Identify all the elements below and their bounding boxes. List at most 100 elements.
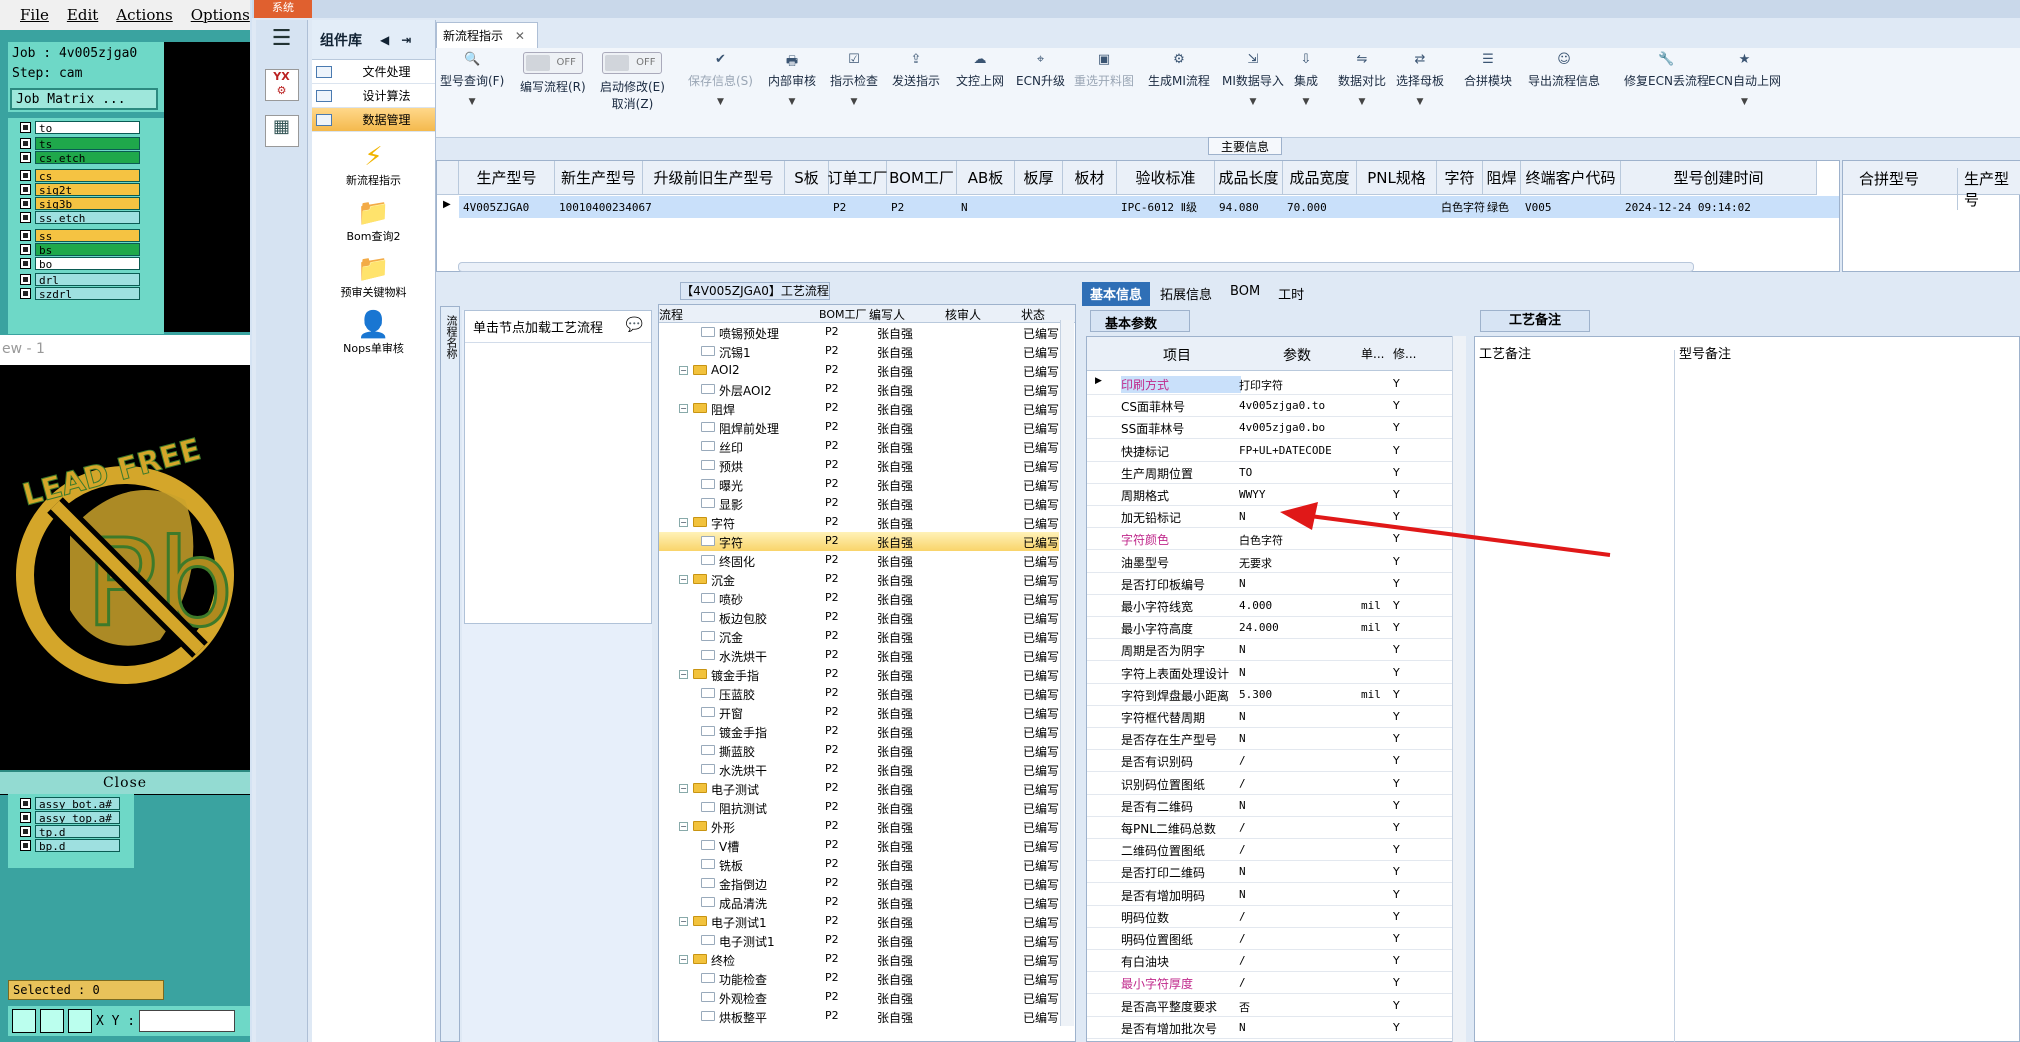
table-row[interactable]: 是否高平整度要求 否 Y xyxy=(1087,995,1465,1017)
tree-row[interactable]: 成品清洗 P2 张自强 已编写 xyxy=(659,893,1059,912)
measure-icon[interactable] xyxy=(40,1009,64,1033)
layer-checkbox[interactable] xyxy=(20,811,31,823)
grid-header[interactable]: 终端客户代码 xyxy=(1521,161,1621,195)
layer-row[interactable]: bp.d xyxy=(20,838,120,852)
param-value[interactable]: N xyxy=(1239,643,1359,656)
calculator-module-icon[interactable]: ▦ xyxy=(264,115,299,147)
table-row[interactable]: 识别码位置图纸 / Y xyxy=(1087,773,1465,795)
grid-header[interactable]: BOM工厂 xyxy=(887,161,957,195)
layer-row[interactable]: sig2t xyxy=(20,182,140,196)
tree-row[interactable]: 喷砂 P2 张自强 已编写 xyxy=(659,589,1059,608)
layer-checkbox[interactable] xyxy=(20,257,31,269)
grid-cell[interactable] xyxy=(1015,197,1063,217)
layer-row[interactable]: sig3b xyxy=(20,196,140,210)
table-row[interactable]: 是否有识别码 / Y xyxy=(1087,750,1465,773)
param-value[interactable]: N xyxy=(1239,888,1359,901)
close-button[interactable]: Close xyxy=(0,770,250,794)
layer-checkbox[interactable] xyxy=(20,197,31,209)
layer-row[interactable]: to xyxy=(20,120,140,134)
tree-row[interactable]: 曝光 P2 张自强 已编写 xyxy=(659,475,1059,494)
process-side-tab[interactable]: 流程名称 xyxy=(440,306,460,1042)
chevron-down-icon[interactable]: ▼ xyxy=(440,97,504,107)
param-value[interactable]: N xyxy=(1239,666,1359,679)
table-row[interactable]: 每PNL二维码总数 / Y xyxy=(1087,817,1465,839)
grid-header[interactable]: 成品长度 xyxy=(1215,161,1283,195)
toolbar-button-11[interactable]: ⇲ MI数据导入 ▼ xyxy=(1222,52,1284,107)
table-row[interactable]: 明码位置图纸 / Y xyxy=(1087,928,1465,950)
param-value[interactable]: N xyxy=(1239,732,1359,745)
grid-cell[interactable]: 白色字符 xyxy=(1437,197,1485,217)
param-value[interactable]: 4v005zjga0.to xyxy=(1239,399,1359,412)
tree-row[interactable]: − 电子测试 P2 张自强 已编写 xyxy=(659,779,1059,798)
grid-cell[interactable] xyxy=(1357,197,1437,217)
grid-cell[interactable] xyxy=(643,197,785,217)
toolbar-button-9[interactable]: ▣ 重选开料图 xyxy=(1074,52,1134,89)
xy-input[interactable] xyxy=(139,1010,236,1032)
layer-row[interactable]: bs xyxy=(20,242,140,256)
tab-extended-info[interactable]: 拓展信息 xyxy=(1152,282,1220,306)
expand-toggle-icon[interactable]: − xyxy=(679,575,688,584)
toolbar-button-1[interactable]: OFF 编写流程(R) xyxy=(520,52,586,95)
layer-row[interactable]: assy_top.a# xyxy=(20,810,120,824)
lib-item-data-management[interactable]: 数据管理 xyxy=(312,108,435,132)
toolbar-button-10[interactable]: ⚙ 生成MI流程 xyxy=(1148,52,1210,89)
table-row[interactable]: CS面菲林号 4v005zjga0.to Y xyxy=(1087,395,1465,418)
layer-row[interactable]: drl xyxy=(20,272,140,286)
tree-row[interactable]: 阻焊前处理 P2 张自强 已编写 xyxy=(659,418,1059,437)
table-row[interactable]: 字符框代替周期 N Y xyxy=(1087,706,1465,728)
tree-row[interactable]: 终固化 P2 张自强 已编写 xyxy=(659,551,1059,570)
grid-cell[interactable]: 10010400234067 xyxy=(555,197,652,217)
table-row[interactable]: 是否有二维码 N Y xyxy=(1087,795,1465,817)
expand-toggle-icon[interactable]: − xyxy=(679,822,688,831)
tree-row[interactable]: 电子测试1 P2 张自强 已编写 xyxy=(659,931,1059,950)
grid-header[interactable]: 验收标准 xyxy=(1117,161,1215,195)
pin-icon[interactable]: ⇥ xyxy=(401,33,411,47)
param-value[interactable]: 打印字符 xyxy=(1239,377,1359,393)
tree-row[interactable]: V槽 P2 张自强 已编写 xyxy=(659,836,1059,855)
tree-row[interactable]: − 电子测试1 P2 张自强 已编写 xyxy=(659,912,1059,931)
hamburger-icon[interactable]: ☰ xyxy=(256,26,307,51)
table-row[interactable]: 字符上表面处理设计 N Y xyxy=(1087,662,1465,684)
tree-row[interactable]: 金指倒边 P2 张自强 已编写 xyxy=(659,874,1059,893)
tab-bom[interactable]: BOM xyxy=(1222,282,1268,306)
toggle-switch[interactable]: OFF xyxy=(522,52,583,74)
param-value[interactable]: TO xyxy=(1239,466,1359,479)
tree-row[interactable]: 沉金 P2 张自强 已编写 xyxy=(659,627,1059,646)
tree-row[interactable]: − AOI2 P2 张自强 已编写 xyxy=(659,361,1059,380)
menu-actions[interactable]: Actions xyxy=(116,6,172,24)
table-row[interactable]: 字符到焊盘最小距离 5.300 mil Y xyxy=(1087,684,1465,706)
tool-nops-review[interactable]: 👤 Nops单审核 xyxy=(312,310,435,356)
menu-options[interactable]: Options xyxy=(191,6,250,24)
tree-row[interactable]: 字符 P2 张自强 已编写 xyxy=(659,532,1059,551)
grid-header[interactable]: 阻焊 xyxy=(1483,161,1521,195)
tree-row[interactable]: 功能检查 P2 张自强 已编写 xyxy=(659,969,1059,988)
param-value[interactable]: 否 xyxy=(1239,999,1359,1015)
layer-row[interactable]: tp.d xyxy=(20,824,120,838)
grid-icon[interactable] xyxy=(68,1009,92,1033)
toolbar-button-14[interactable]: ⇄ 选择母板 ▼ xyxy=(1396,52,1444,107)
table-row[interactable]: 有白油块 / Y xyxy=(1087,950,1465,973)
param-value[interactable]: / xyxy=(1239,954,1359,967)
param-value[interactable]: 24.000 xyxy=(1239,621,1359,634)
toolbar-button-0[interactable]: 🔍 型号查询(F) ▼ xyxy=(440,52,504,107)
table-row[interactable]: 是否有增加明码 N Y xyxy=(1087,884,1465,906)
toggle-switch[interactable]: OFF xyxy=(602,52,663,74)
chevron-down-icon[interactable]: ▼ xyxy=(1294,97,1318,107)
expand-toggle-icon[interactable]: − xyxy=(679,670,688,679)
table-row[interactable]: 生产周期位置 TO Y xyxy=(1087,462,1465,484)
layer-row[interactable]: cs xyxy=(20,168,140,182)
chevron-down-icon[interactable]: ▼ xyxy=(1222,97,1284,107)
param-value[interactable]: N xyxy=(1239,710,1359,723)
grid-header[interactable]: 新生产型号 xyxy=(555,161,643,195)
tree-row[interactable]: − 终检 P2 张自强 已编写 xyxy=(659,950,1059,969)
tree-row[interactable]: − 字符 P2 张自强 已编写 xyxy=(659,513,1059,532)
layer-checkbox[interactable] xyxy=(20,211,31,223)
grid-header[interactable]: 订单工厂 xyxy=(828,161,888,195)
grid-cell[interactable]: N xyxy=(957,197,1015,217)
param-value[interactable]: N xyxy=(1239,577,1359,590)
param-value[interactable]: / xyxy=(1239,910,1359,923)
collapse-left-icon[interactable]: ◀ xyxy=(380,33,389,47)
toolbar-button-18[interactable]: ★ ECN自动上网 ▼ xyxy=(1708,52,1781,107)
grid-cell[interactable] xyxy=(1063,197,1117,217)
grid-header[interactable]: 字符 xyxy=(1437,161,1483,195)
